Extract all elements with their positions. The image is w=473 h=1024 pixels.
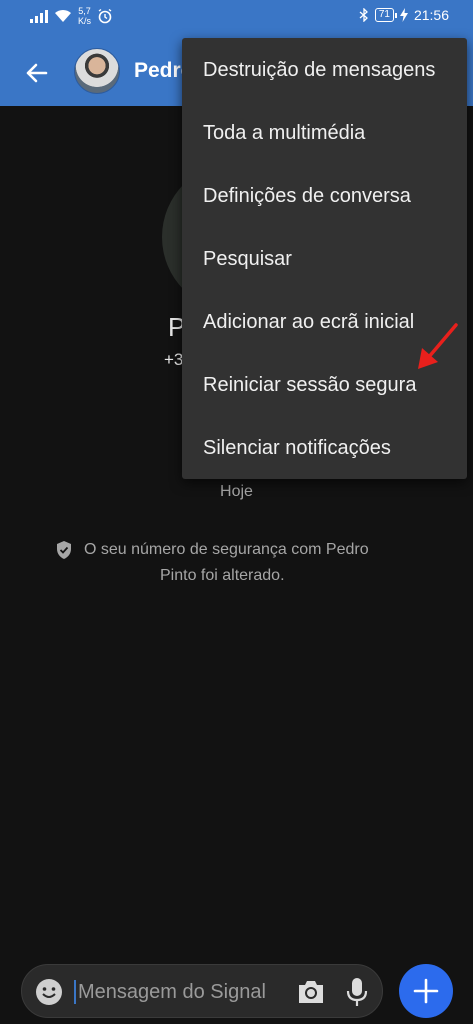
emoji-icon[interactable] xyxy=(34,977,64,1007)
alarm-icon xyxy=(98,8,112,24)
message-input[interactable] xyxy=(78,975,292,1009)
overflow-menu: Destruição de mensagens Toda a multimédi… xyxy=(182,38,467,479)
safety-notice-line-2: Pinto foi alterado. xyxy=(160,567,285,584)
plus-icon xyxy=(413,978,439,1004)
clock: 21:56 xyxy=(413,7,449,23)
battery-icon: 71 xyxy=(374,8,398,22)
camera-icon[interactable] xyxy=(296,978,326,1006)
shield-icon xyxy=(57,541,71,559)
red-arrow-annotation xyxy=(418,323,458,369)
text-caret xyxy=(74,980,76,1004)
charging-icon xyxy=(399,8,408,22)
avatar[interactable] xyxy=(74,48,120,94)
signal-icon xyxy=(30,9,48,23)
menu-item-disappearing-messages[interactable]: Destruição de mensagens xyxy=(182,39,467,102)
safety-notice-line-1: O seu número de segurança com Pedro xyxy=(84,541,369,558)
date-divider: Hoje xyxy=(220,483,253,500)
attach-button[interactable] xyxy=(399,964,453,1018)
network-speed: 5,7 K/s xyxy=(78,6,92,26)
menu-item-mute-notifications[interactable]: Silenciar notificações xyxy=(182,417,467,480)
contact-header-phone: +3 xyxy=(164,350,184,369)
menu-item-all-media[interactable]: Toda a multimédia xyxy=(182,102,467,165)
wifi-icon xyxy=(55,9,71,22)
bluetooth-icon xyxy=(359,8,368,22)
microphone-icon[interactable] xyxy=(344,976,370,1008)
message-composer xyxy=(21,964,383,1018)
status-bar: 5,7 K/s 71 21:56 xyxy=(0,0,473,34)
menu-item-conversation-settings[interactable]: Definições de conversa xyxy=(182,165,467,228)
back-arrow-icon[interactable] xyxy=(20,56,54,90)
safety-number-notice[interactable]: O seu número de segurança com Pedro Pint… xyxy=(54,537,434,589)
menu-item-search[interactable]: Pesquisar xyxy=(182,228,467,291)
